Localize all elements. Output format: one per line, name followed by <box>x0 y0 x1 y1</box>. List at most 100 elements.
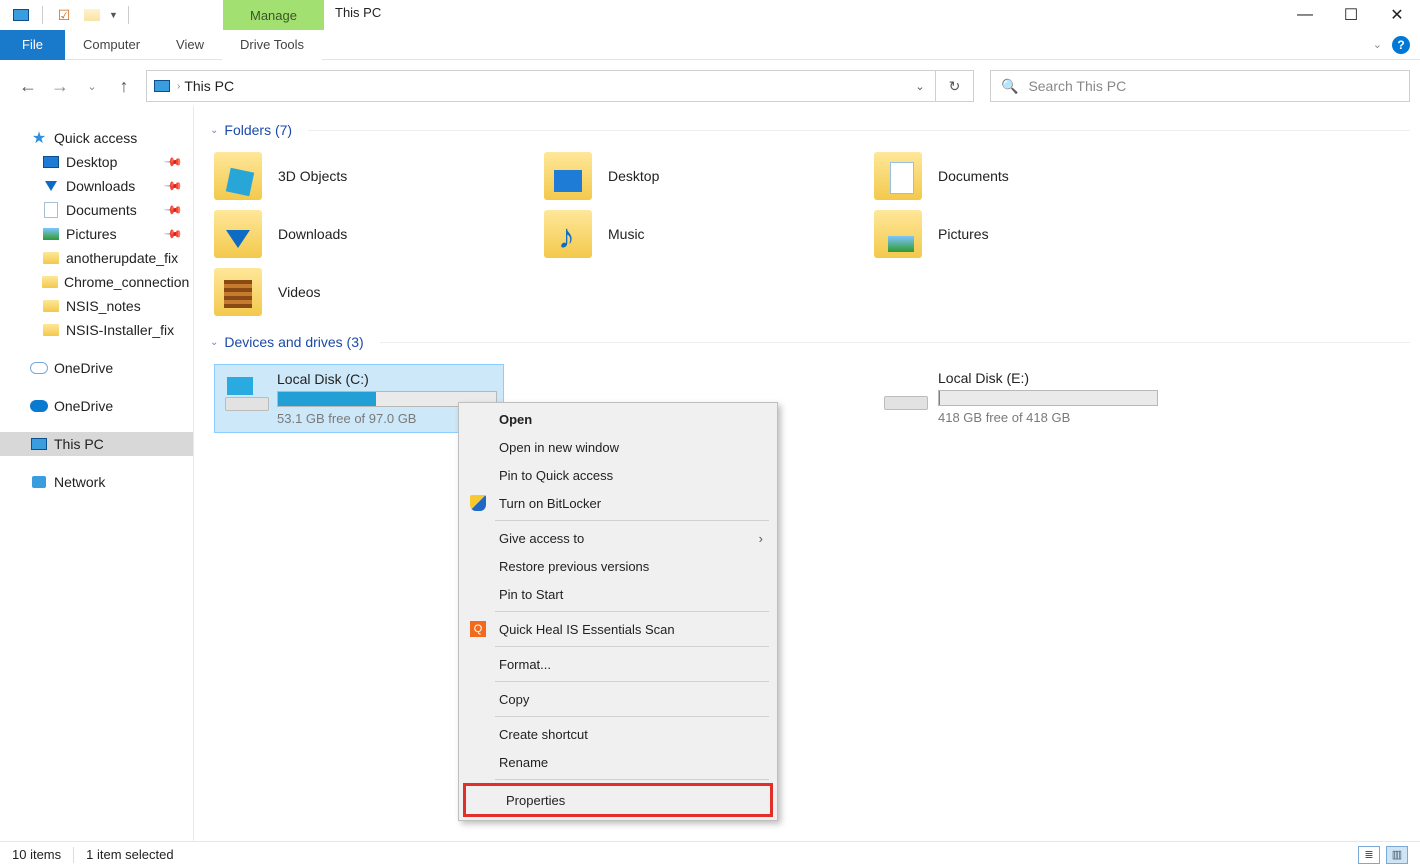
sidebar-quick-access[interactable]: ★ Quick access <box>0 126 193 150</box>
drive-item[interactable]: Local Disk (E:) 418 GB free of 418 GB <box>874 364 1164 433</box>
sidebar-item[interactable]: NSIS-Installer_fix <box>0 318 193 342</box>
search-box[interactable]: 🔍 Search This PC <box>990 70 1410 102</box>
ctx-format[interactable]: Format... <box>459 650 777 678</box>
sidebar-onedrive-local[interactable]: OneDrive <box>0 356 193 380</box>
recent-locations-caret[interactable]: ⌄ <box>78 72 106 100</box>
sidebar-label: OneDrive <box>54 360 113 376</box>
details-view-button[interactable]: ≣ <box>1358 846 1380 864</box>
sidebar-label: OneDrive <box>54 398 113 414</box>
chevron-down-icon: ⌄ <box>210 337 218 348</box>
breadcrumb-segment[interactable]: This PC <box>180 78 238 94</box>
context-tab-header: Manage <box>223 0 324 30</box>
breadcrumb-label: This PC <box>184 78 234 94</box>
sidebar-onedrive-cloud[interactable]: OneDrive <box>0 394 193 418</box>
separator <box>42 6 43 24</box>
folder-icon <box>214 152 262 200</box>
quickheal-icon: Q <box>469 620 487 638</box>
ctx-pin-start[interactable]: Pin to Start <box>459 580 777 608</box>
separator <box>495 681 769 682</box>
ctx-quickheal-scan[interactable]: QQuick Heal IS Essentials Scan <box>459 615 777 643</box>
highlight-annotation: Properties <box>463 783 773 817</box>
folder-item[interactable]: Music <box>544 210 844 258</box>
sidebar-item[interactable]: Chrome_connection <box>0 270 193 294</box>
divider <box>308 130 1410 131</box>
folder-item[interactable]: 3D Objects <box>214 152 514 200</box>
sidebar-item[interactable]: Desktop📌 <box>0 150 193 174</box>
drive-icon <box>221 375 263 417</box>
tab-drive-tools[interactable]: Drive Tools <box>222 30 322 60</box>
qat-new-folder-icon[interactable] <box>81 4 103 26</box>
cloud-icon <box>30 359 48 377</box>
large-icons-view-button[interactable]: ▥ <box>1386 846 1408 864</box>
sidebar-item[interactable]: Documents📌 <box>0 198 193 222</box>
folder-item[interactable]: Desktop <box>544 152 844 200</box>
up-button[interactable]: ↑ <box>110 72 138 100</box>
ctx-pin-quick-access[interactable]: Pin to Quick access <box>459 461 777 489</box>
sidebar-item[interactable]: NSIS_notes <box>0 294 193 318</box>
back-button[interactable]: ← <box>14 72 42 100</box>
ctx-create-shortcut[interactable]: Create shortcut <box>459 720 777 748</box>
sidebar-item-label: Desktop <box>66 154 117 170</box>
separator <box>495 646 769 647</box>
sidebar-network[interactable]: Network <box>0 470 193 494</box>
folder-item[interactable]: Documents <box>874 152 1174 200</box>
separator <box>73 847 74 863</box>
refresh-button[interactable]: ↻ <box>935 71 973 101</box>
window-title: This PC <box>335 5 381 20</box>
status-bar: 10 items 1 item selected ≣ ▥ <box>0 841 1420 867</box>
ctx-bitlocker[interactable]: Turn on BitLocker <box>459 489 777 517</box>
sidebar-item[interactable]: Pictures📌 <box>0 222 193 246</box>
window-controls: — ☐ ✕ <box>1282 0 1420 30</box>
sidebar-label: Quick access <box>54 130 137 146</box>
qat-properties-icon[interactable]: ☑ <box>53 4 75 26</box>
drive-label: Local Disk (C:) <box>277 371 497 387</box>
tab-computer[interactable]: Computer <box>65 30 158 60</box>
close-button[interactable]: ✕ <box>1374 0 1420 30</box>
ctx-rename[interactable]: Rename <box>459 748 777 776</box>
tab-view[interactable]: View <box>158 30 222 60</box>
address-bar[interactable]: › This PC ⌄ ↻ <box>146 70 974 102</box>
pin-icon: 📌 <box>163 176 183 196</box>
ctx-open[interactable]: Open <box>459 405 777 433</box>
ribbon-tabs: File Computer View Drive Tools ⌄ ? <box>0 30 1420 60</box>
folder-item[interactable]: Downloads <box>214 210 514 258</box>
divider <box>380 342 1410 343</box>
sidebar-item[interactable]: anotherupdate_fix <box>0 246 193 270</box>
folder-item[interactable]: Pictures <box>874 210 1174 258</box>
address-history-caret[interactable]: ⌄ <box>905 71 935 101</box>
sidebar-item-label: Downloads <box>66 178 135 194</box>
qat-customize-caret[interactable]: ▼ <box>109 10 118 20</box>
file-tab[interactable]: File <box>0 30 65 60</box>
sidebar-item-label: anotherupdate_fix <box>66 250 178 266</box>
content-pane: ⌄ Folders (7) 3D Objects Desktop Documents… <box>194 106 1420 841</box>
ctx-open-new-window[interactable]: Open in new window <box>459 433 777 461</box>
sidebar-item-label: Pictures <box>66 226 117 242</box>
ctx-give-access-to[interactable]: Give access to› <box>459 524 777 552</box>
folder-item[interactable]: Videos <box>214 268 514 316</box>
maximize-button[interactable]: ☐ <box>1328 0 1374 30</box>
ctx-properties[interactable]: Properties <box>466 786 770 814</box>
help-button[interactable]: ? <box>1392 36 1410 54</box>
drive-free-text: 418 GB free of 418 GB <box>938 410 1158 425</box>
sidebar-label: Network <box>54 474 105 490</box>
ctx-copy[interactable]: Copy <box>459 685 777 713</box>
forward-button[interactable]: → <box>46 72 74 100</box>
drive-icon <box>880 374 924 416</box>
group-header-folders[interactable]: ⌄ Folders (7) <box>200 116 1420 144</box>
monitor-icon <box>42 153 60 171</box>
folder-label: Downloads <box>278 226 347 242</box>
sidebar-item[interactable]: Downloads 📌 <box>0 174 193 198</box>
separator <box>495 520 769 521</box>
drive-label: Local Disk (E:) <box>938 370 1158 386</box>
folder-icon <box>874 210 922 258</box>
breadcrumb-pc-icon[interactable] <box>147 80 177 92</box>
ctx-restore-previous[interactable]: Restore previous versions <box>459 552 777 580</box>
sidebar-this-pc[interactable]: This PC <box>0 432 193 456</box>
minimize-button[interactable]: — <box>1282 0 1328 30</box>
separator <box>495 779 769 780</box>
group-header-drives[interactable]: ⌄ Devices and drives (3) <box>200 328 1420 356</box>
folder-label: Desktop <box>608 168 659 184</box>
sidebar-item-label: NSIS-Installer_fix <box>66 322 174 338</box>
app-icon[interactable] <box>10 4 32 26</box>
ribbon-expand-caret[interactable]: ⌄ <box>1373 38 1382 51</box>
